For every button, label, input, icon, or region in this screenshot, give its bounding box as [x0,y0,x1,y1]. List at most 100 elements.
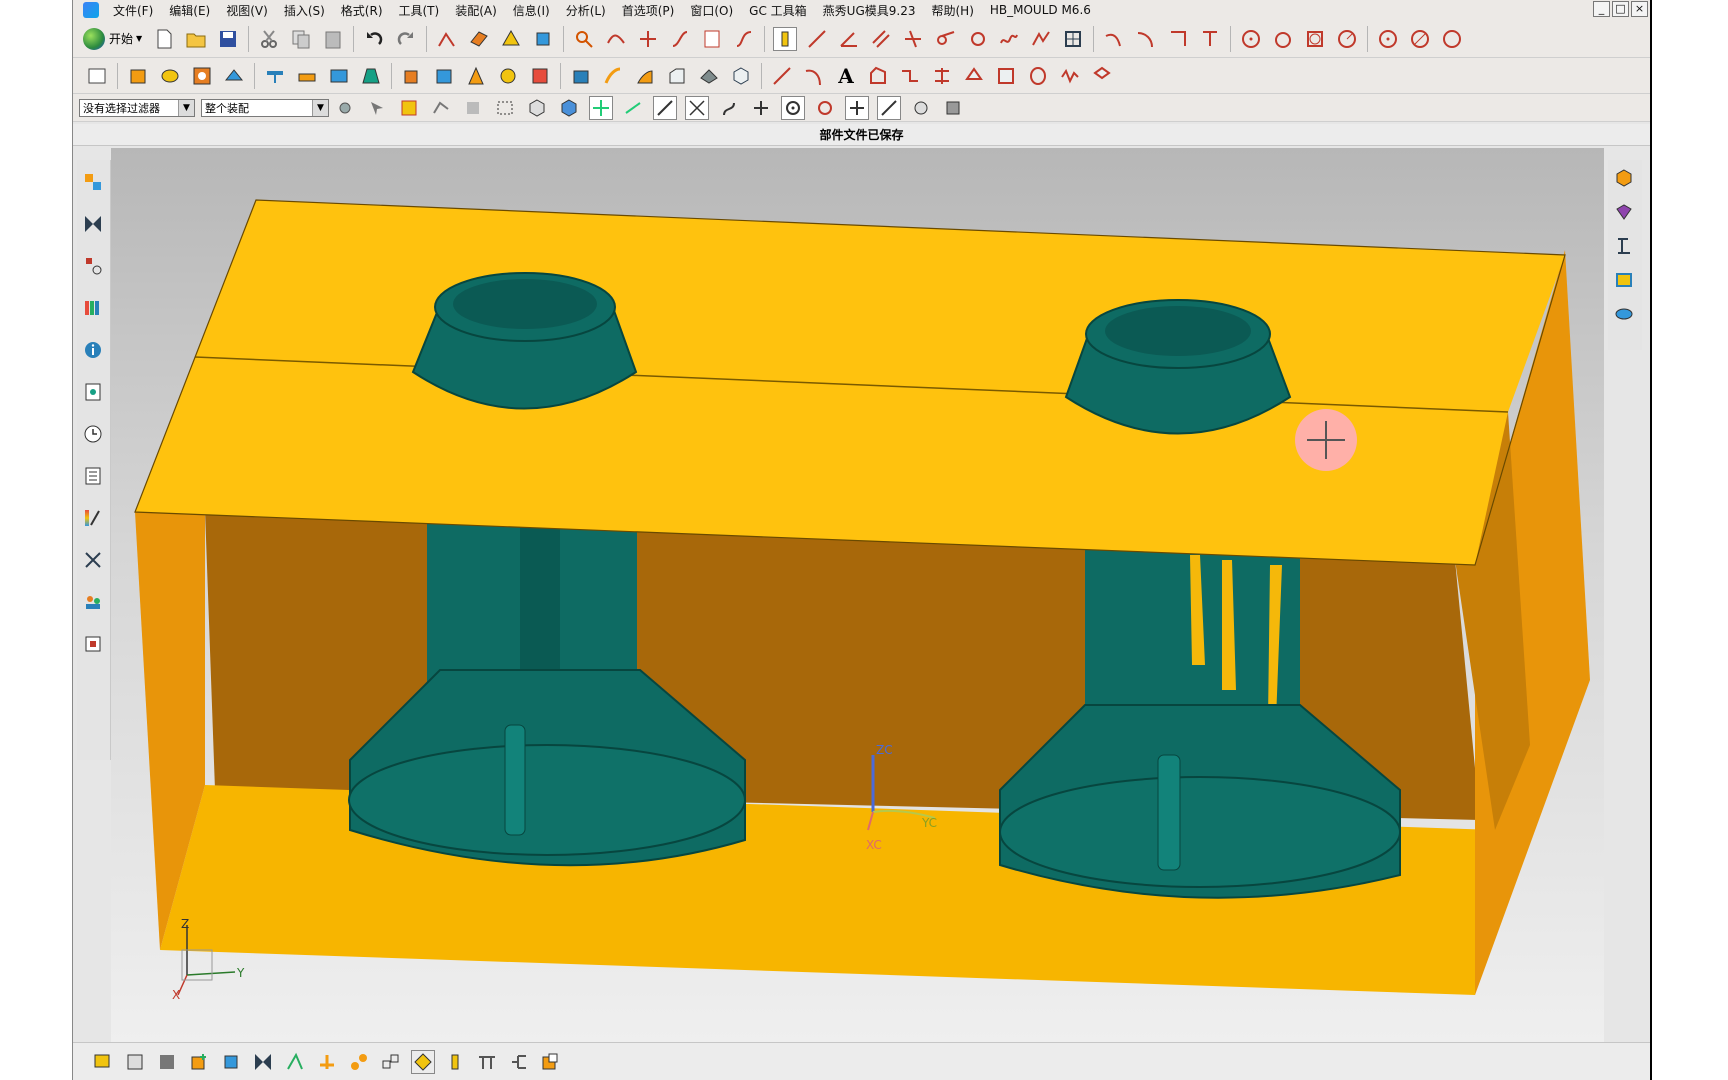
sketch-frame-icon[interactable] [85,64,109,88]
mirror-curve-icon[interactable] [930,64,954,88]
reference-set-icon[interactable] [411,1049,435,1074]
menu-insert[interactable]: 插入(S) [276,2,333,19]
menu-hb-mould[interactable]: HB_MOULD M6.6 [982,3,1099,17]
snap-center-icon[interactable] [781,95,805,120]
hd3d-icon[interactable] [81,632,105,656]
pad-icon[interactable] [295,64,319,88]
electrode-icon[interactable] [1612,302,1636,326]
move-layer-icon[interactable] [123,1050,147,1074]
text-icon[interactable]: A [834,64,858,88]
wire-icon[interactable] [475,1050,499,1074]
mesh-surface-icon[interactable] [1061,27,1085,51]
system-materials-icon[interactable] [81,380,105,404]
menu-window[interactable]: 窗口(O) [682,2,741,19]
menu-format[interactable]: 格式(R) [333,2,391,19]
menu-tools[interactable]: 工具(T) [391,2,448,19]
edge-blend-icon[interactable] [633,64,657,88]
curve-icon[interactable] [732,27,756,51]
cylinder-icon[interactable] [432,64,456,88]
snap-control-icon[interactable] [653,95,677,120]
snap-midpoint-icon[interactable] [621,96,645,120]
menu-gc-toolkit[interactable]: GC 工具箱 [741,2,815,19]
corner-icon[interactable] [1166,27,1190,51]
menu-file[interactable]: 文件(F) [105,2,161,19]
standard-part-icon[interactable] [1612,268,1636,292]
perpendicular-line-icon[interactable] [901,27,925,51]
close-button[interactable]: × [1631,1,1648,17]
circle-diameter-icon[interactable] [1408,27,1432,51]
roles-icon[interactable] [81,590,105,614]
menu-yanxiu-mold[interactable]: 燕秀UG模具9.23 [815,2,924,19]
arc-tool-icon[interactable] [802,64,826,88]
snap-point-icon[interactable] [813,96,837,120]
circle-tangent-point-icon[interactable] [1440,27,1464,51]
part-navigator-icon[interactable] [81,254,105,278]
mold-wizard-icon[interactable] [1612,166,1636,190]
snap-arc-center-icon[interactable] [717,96,741,120]
feature-selection-icon[interactable] [397,96,421,120]
history-icon[interactable] [81,422,105,446]
manufacturing-icon[interactable] [81,548,105,572]
drawing-sheet-icon[interactable] [700,27,724,51]
reposition-component-icon[interactable] [219,1050,243,1074]
snap-existing-point-icon[interactable] [845,95,869,120]
add-component-icon[interactable] [187,1050,211,1074]
pocket-icon[interactable] [263,64,287,88]
line-tool-icon[interactable] [770,64,794,88]
offset-curve-icon[interactable] [1029,27,1053,51]
general-selection-icon[interactable] [365,96,389,120]
wave-geometry-icon[interactable] [315,1050,339,1074]
snap-icon[interactable] [531,27,555,51]
circle-radius-icon[interactable] [1335,27,1359,51]
slot-icon[interactable] [327,64,351,88]
intersect-curve-icon[interactable] [636,27,660,51]
tangent-line-icon[interactable] [933,27,957,51]
trim-body-icon[interactable] [729,64,753,88]
cut-icon[interactable] [257,27,281,51]
selection-lock-icon[interactable] [773,26,798,51]
wave-curve-icon[interactable] [1058,64,1082,88]
circle-3pt-icon[interactable] [1271,27,1295,51]
snap-quadrant-icon[interactable] [749,96,773,120]
explode-icon[interactable] [283,1050,307,1074]
tree-icon[interactable] [507,1050,531,1074]
arc-icon[interactable] [1102,27,1126,51]
shell-icon[interactable] [697,64,721,88]
menu-help[interactable]: 帮助(H) [923,2,981,19]
menu-edit[interactable]: 编辑(E) [161,2,218,19]
link-icon[interactable] [443,1050,467,1074]
copy-icon[interactable] [289,27,313,51]
info-window-icon[interactable] [81,338,105,362]
extract-curve-icon[interactable] [1026,64,1050,88]
menu-view[interactable]: 视图(V) [218,2,276,19]
menu-assembly[interactable]: 装配(A) [447,2,505,19]
parallel-line-icon[interactable] [869,27,893,51]
analysis-icon[interactable] [499,27,523,51]
ejector-icon[interactable] [1612,234,1636,258]
layer-settings-icon[interactable] [91,1050,115,1074]
filter-reset-icon[interactable] [333,96,357,120]
constraint-navigator-icon[interactable] [81,212,105,236]
revolve-icon[interactable] [158,64,182,88]
block-icon[interactable] [400,64,424,88]
face-rule-icon[interactable] [461,96,485,120]
snap-settings-icon[interactable] [941,96,965,120]
package-icon[interactable] [539,1050,563,1074]
hole-icon[interactable] [190,64,214,88]
edit-curve-icon[interactable] [1090,64,1114,88]
transform-icon[interactable] [898,64,922,88]
visualization-icon[interactable] [81,506,105,530]
solid-body-icon[interactable] [525,96,549,120]
paste-icon[interactable] [321,27,345,51]
menu-information[interactable]: 信息(I) [505,2,558,19]
bridge-curve-icon[interactable] [994,64,1018,88]
extrude-icon[interactable] [126,64,150,88]
graphics-viewport[interactable] [111,148,1604,1042]
start-button[interactable]: 开始 ▼ [83,27,142,50]
snap-on-curve-icon[interactable] [877,95,901,120]
mold-parting-icon[interactable] [1612,200,1636,224]
subtract-icon[interactable] [569,64,593,88]
mate-component-icon[interactable] [251,1050,275,1074]
snap-intersection-icon[interactable] [685,95,709,120]
shaded-body-icon[interactable] [557,96,581,120]
